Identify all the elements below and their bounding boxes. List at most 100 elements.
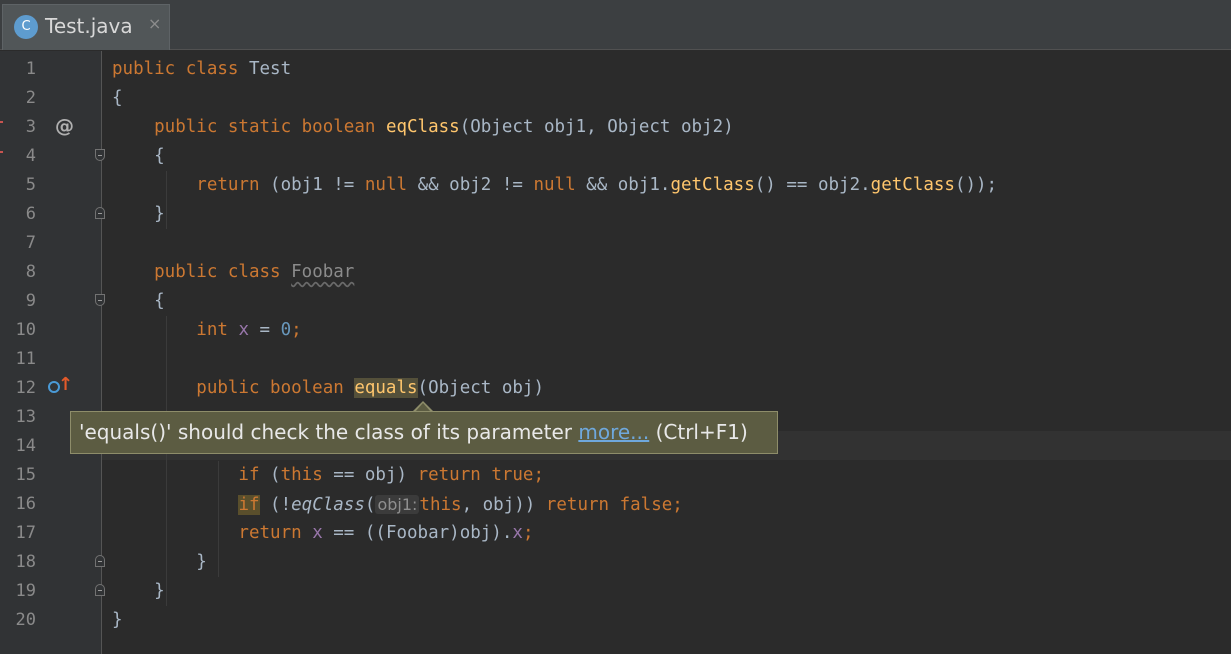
line-number: 7 xyxy=(25,233,36,253)
keyword: this xyxy=(419,495,462,515)
java-class-icon: C xyxy=(14,15,38,39)
code-line-18: } xyxy=(112,548,207,577)
semicolon: ; xyxy=(522,523,534,543)
line-number: 9 xyxy=(25,291,36,311)
brace: } xyxy=(112,581,165,601)
tooltip-message: 'equals()' should check the class of its… xyxy=(79,420,579,444)
keyword: int xyxy=(112,320,239,340)
code-line-4: { xyxy=(112,142,165,171)
code-line-10: int x = 0; xyxy=(112,316,302,345)
code-line-15: if (this == obj) return true; xyxy=(112,461,544,490)
unused-class-name: Foobar xyxy=(291,262,355,282)
close-icon[interactable]: × xyxy=(148,14,161,33)
keyword: if xyxy=(112,465,271,485)
line-number: 13 xyxy=(15,407,36,427)
expression: ()); xyxy=(954,175,998,195)
implementing-method-icon[interactable]: @ xyxy=(55,115,74,137)
field-name: x xyxy=(238,320,249,340)
tab-title: Test.java xyxy=(45,14,133,38)
parameter-hint: obj1: xyxy=(375,495,420,514)
line-number: 1 xyxy=(25,59,36,79)
keyword: public static boolean xyxy=(112,117,386,137)
code-line-2: { xyxy=(112,84,123,113)
code-line-1: public class Test xyxy=(112,55,291,84)
code-line-6: } xyxy=(112,200,165,229)
line-number: 16 xyxy=(15,494,36,514)
line-number: 12 xyxy=(15,378,36,398)
code-line-16: if (!eqClass(obj1: this, obj)) return fal… xyxy=(112,490,683,519)
keyword: null xyxy=(364,175,408,195)
line-number: 10 xyxy=(15,320,36,340)
line-number: 5 xyxy=(25,175,36,195)
error-stripe-mark xyxy=(0,151,3,153)
keyword: public class xyxy=(112,262,292,282)
line-number: 14 xyxy=(15,436,36,456)
brace: } xyxy=(112,552,207,572)
line-number: 18 xyxy=(15,552,36,572)
keyword: null xyxy=(533,175,576,195)
code-editor[interactable]: public class Test { public static boolea… xyxy=(102,51,1231,654)
code-line-5: return (obj1 != null && obj2 != null && … xyxy=(112,171,997,200)
editor-gutter: 1 2 3 4 5 6 7 8 9 10 11 12 13 14 15 16 1… xyxy=(0,51,105,654)
tooltip-shortcut: (Ctrl+F1) xyxy=(649,420,748,444)
class-name: Test xyxy=(248,59,292,79)
brace: } xyxy=(112,610,123,630)
method-call: getClass xyxy=(670,175,755,195)
keyword: return xyxy=(112,175,271,195)
field-name: x xyxy=(312,523,323,543)
keyword: public boolean xyxy=(112,378,355,398)
tab-test-java[interactable]: C Test.java × xyxy=(2,4,170,50)
line-number: 15 xyxy=(15,465,36,485)
method-name: eqClass xyxy=(385,117,460,137)
code-line-8: public class Foobar xyxy=(112,258,354,287)
expression: && obj1. xyxy=(575,175,671,195)
editor-tab-bar: C Test.java × xyxy=(0,0,1231,50)
line-number: 8 xyxy=(25,262,36,282)
code-line-20: } xyxy=(112,606,123,635)
expression: == ((Foobar)obj). xyxy=(322,523,513,543)
parameters: (Object obj1, Object obj2) xyxy=(459,117,734,137)
semicolon: ; xyxy=(291,320,302,340)
expression: (! xyxy=(259,495,292,515)
warning-keyword: if xyxy=(238,495,260,515)
keyword: public class xyxy=(112,59,249,79)
code-line-9: { xyxy=(112,287,165,316)
keyword: this xyxy=(280,465,323,485)
line-number: 11 xyxy=(15,349,36,369)
line-number: 2 xyxy=(25,88,36,108)
expression: , obj)) xyxy=(461,495,546,515)
parameters: (Object obj) xyxy=(417,378,544,398)
line-number: 20 xyxy=(15,610,36,630)
expression: ( xyxy=(270,465,281,485)
highlighted-method-name: equals xyxy=(354,378,418,398)
inspection-tooltip: 'equals()' should check the class of its… xyxy=(70,411,778,454)
code-line-3: public static boolean eqClass(Object obj… xyxy=(112,113,734,142)
expression: (obj1 != xyxy=(270,175,365,195)
number-literal: 0 xyxy=(280,320,292,340)
code-line-17: return x == ((Foobar)obj).x; xyxy=(112,519,533,548)
override-arrow-icon[interactable]: ↑ xyxy=(58,374,73,395)
expression: () == obj2. xyxy=(754,175,871,195)
line-number: 19 xyxy=(15,581,36,601)
method-call: getClass xyxy=(870,175,955,195)
line-number: 17 xyxy=(15,523,36,543)
brace: { xyxy=(112,146,165,166)
brace: { xyxy=(112,291,165,311)
brace: } xyxy=(112,204,165,224)
error-stripe-mark xyxy=(0,121,3,123)
operator: = xyxy=(248,320,281,340)
line-number: 3 xyxy=(25,117,36,137)
line-number: 6 xyxy=(25,204,36,224)
expression: && obj2 != xyxy=(407,175,534,195)
keyword: return true; xyxy=(417,465,545,485)
code-line-19: } xyxy=(112,577,165,606)
expression: == obj) xyxy=(322,465,418,485)
brace: { xyxy=(112,88,123,108)
keyword: return xyxy=(112,523,313,543)
static-method-call: eqClass xyxy=(291,495,365,515)
line-number: 4 xyxy=(25,146,36,166)
expression: ( xyxy=(364,495,376,515)
tooltip-more-link[interactable]: more... xyxy=(578,420,649,444)
code-line-12: public boolean equals(Object obj) xyxy=(112,374,544,403)
